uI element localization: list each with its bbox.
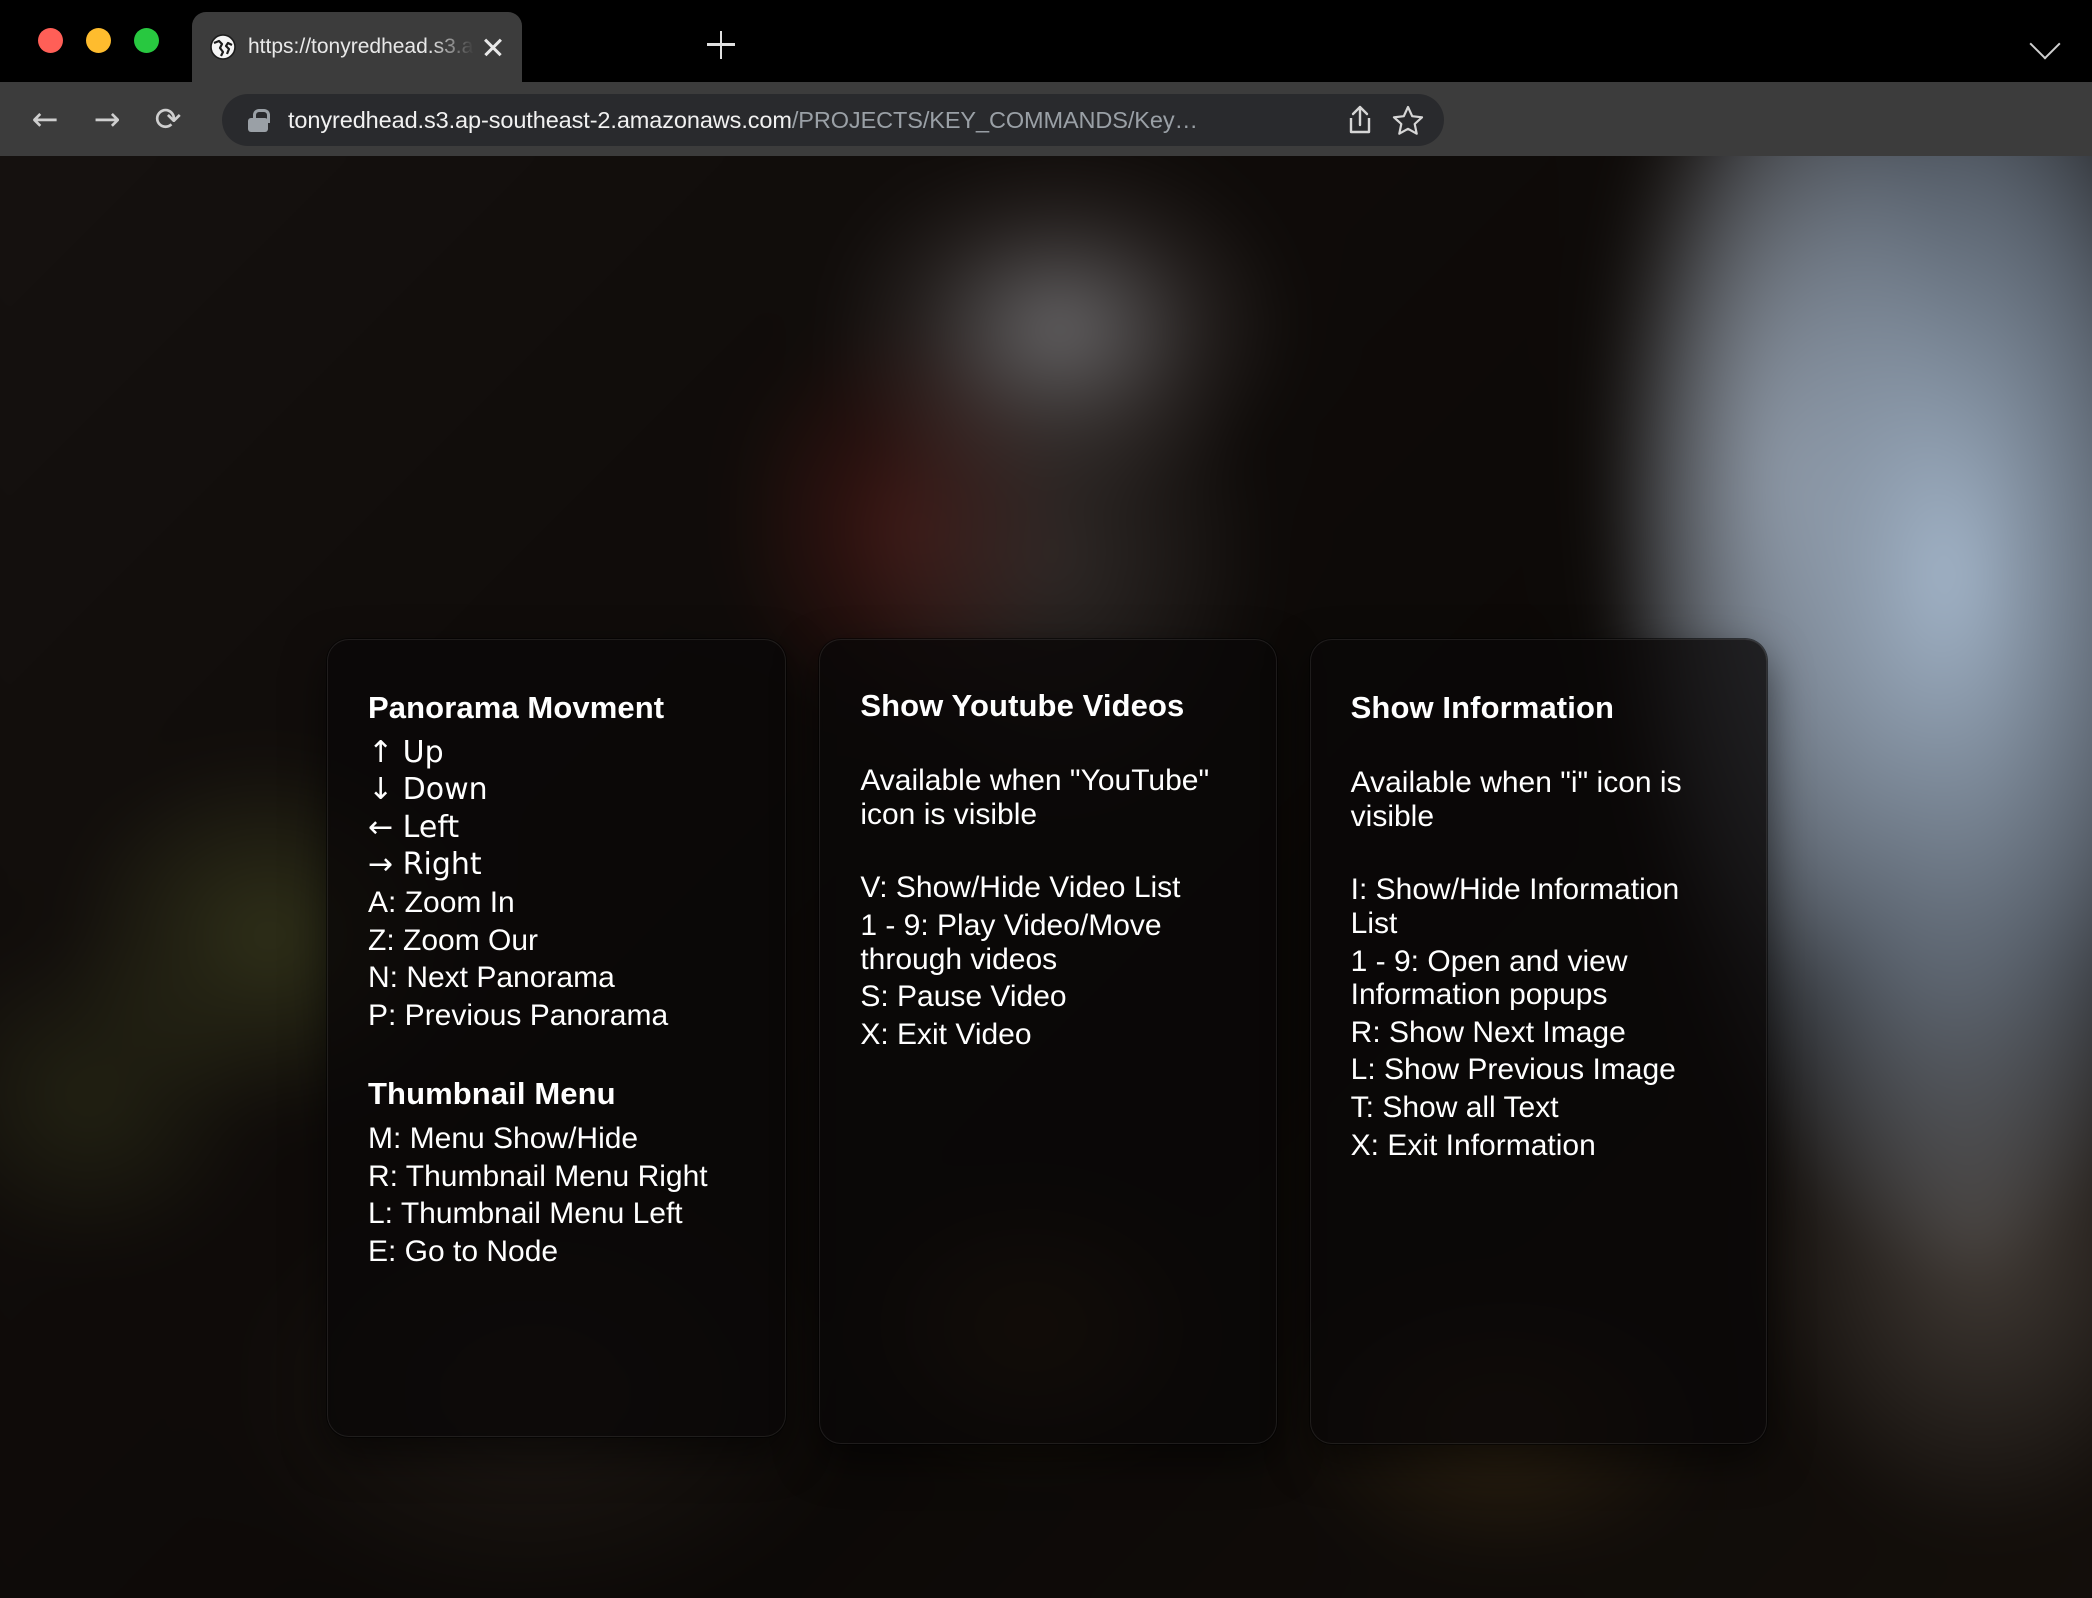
share-icon[interactable] xyxy=(1338,98,1382,142)
close-tab-icon[interactable] xyxy=(480,34,506,60)
youtube-shortcut-list: V: Show/Hide Video List 1 - 9: Play Vide… xyxy=(860,871,1235,1051)
card-note: Available when "YouTube" icon is visible xyxy=(860,763,1210,831)
url-path: /PROJECTS/KEY_COMMANDS/Key… xyxy=(791,106,1198,133)
minimize-window-button[interactable] xyxy=(86,28,111,53)
list-item: X: Exit Information xyxy=(1350,1128,1596,1162)
bookmark-star-icon[interactable] xyxy=(1386,98,1430,142)
card-panorama-movement: Panorama Movment ↑ Up ↓ Down ← Left → Ri… xyxy=(327,639,787,1437)
list-item: L: Show Previous Image xyxy=(1350,1053,1676,1087)
list-item: → Right xyxy=(368,847,482,883)
list-item: ↑ Up xyxy=(368,734,444,770)
list-item: M: Menu Show/Hide xyxy=(368,1122,639,1156)
card-show-youtube-videos: Show Youtube Videos Available when "YouT… xyxy=(819,639,1277,1444)
reload-icon: ⟳ xyxy=(154,100,182,138)
url-text: tonyredhead.s3.ap-southeast-2.amazonaws.… xyxy=(288,107,1334,134)
address-bar[interactable]: tonyredhead.s3.ap-southeast-2.amazonaws.… xyxy=(222,94,1444,146)
browser-window: https://tonyredhead.s3.ap-sout ← → ⟳ ton… xyxy=(0,0,2092,1598)
reload-button[interactable]: ⟳ xyxy=(145,96,191,142)
browser-tab[interactable]: https://tonyredhead.s3.ap-sout xyxy=(192,12,522,82)
list-item: X: Exit Video xyxy=(860,1017,1032,1051)
page-content: Panorama Movment ↑ Up ↓ Down ← Left → Ri… xyxy=(0,156,2092,1598)
list-item: 1 - 9: Open and view Information popups xyxy=(1350,944,1628,1012)
maximize-window-button[interactable] xyxy=(134,28,159,53)
list-item: E: Go to Node xyxy=(368,1234,559,1268)
list-item: Z: Zoom Our xyxy=(368,923,539,957)
new-tab-button[interactable] xyxy=(698,22,744,68)
list-item: V: Show/Hide Video List xyxy=(860,871,1181,905)
list-item: ↓ Down xyxy=(368,772,488,808)
card-show-information: Show Information Available when "i" icon… xyxy=(1309,639,1767,1444)
list-item: S: Pause Video xyxy=(860,980,1067,1014)
tab-title: https://tonyredhead.s3.ap-sout xyxy=(248,35,474,58)
key-commands-panel: Panorama Movment ↑ Up ↓ Down ← Left → Ri… xyxy=(327,639,1767,1444)
information-shortcut-list: I: Show/Hide Information List 1 - 9: Ope… xyxy=(1351,873,1726,1162)
list-item: A: Zoom In xyxy=(368,886,515,920)
list-item: 1 - 9: Play Video/Move through videos xyxy=(860,909,1162,976)
back-button[interactable]: ← xyxy=(22,96,68,142)
card-section-title: Thumbnail Menu xyxy=(368,1076,616,1112)
arrow-left-icon: ← xyxy=(31,100,59,138)
list-item: R: Thumbnail Menu Right xyxy=(368,1159,708,1193)
arrow-right-icon: → xyxy=(93,100,121,138)
card-note: Available when "i" icon is visible xyxy=(1350,765,1682,833)
lock-icon xyxy=(248,108,270,132)
list-item: L: Thumbnail Menu Left xyxy=(368,1197,683,1231)
close-window-button[interactable] xyxy=(38,28,63,53)
card-title: Show Youtube Videos xyxy=(860,688,1185,723)
url-host: tonyredhead.s3.ap-southeast-2.amazonaws.… xyxy=(288,106,792,133)
tab-strip: https://tonyredhead.s3.ap-sout xyxy=(0,0,2092,82)
list-item: R: Show Next Image xyxy=(1350,1015,1626,1049)
browser-toolbar: ← → ⟳ tonyredhead.s3.ap-southeast-2.amaz… xyxy=(0,82,2092,226)
window-traffic-lights xyxy=(38,28,159,53)
card-title: Panorama Movment xyxy=(368,690,665,725)
forward-button[interactable]: → xyxy=(84,96,130,142)
chevron-down-icon[interactable] xyxy=(2028,24,2062,58)
list-item: T: Show all Text xyxy=(1350,1091,1559,1125)
card-title: Show Information xyxy=(1350,690,1615,725)
list-item: I: Show/Hide Information List xyxy=(1350,873,1680,941)
thumbnail-menu-shortcut-list: M: Menu Show/Hide R: Thumbnail Menu Righ… xyxy=(368,1122,745,1268)
list-item: N: Next Panorama xyxy=(368,961,615,995)
list-item: P: Previous Panorama xyxy=(368,998,669,1032)
list-item: ← Left xyxy=(368,809,460,845)
globe-icon xyxy=(210,34,236,60)
panorama-shortcut-list: ↑ Up ↓ Down ← Left → Right A: Zoom In Z:… xyxy=(368,736,745,1033)
